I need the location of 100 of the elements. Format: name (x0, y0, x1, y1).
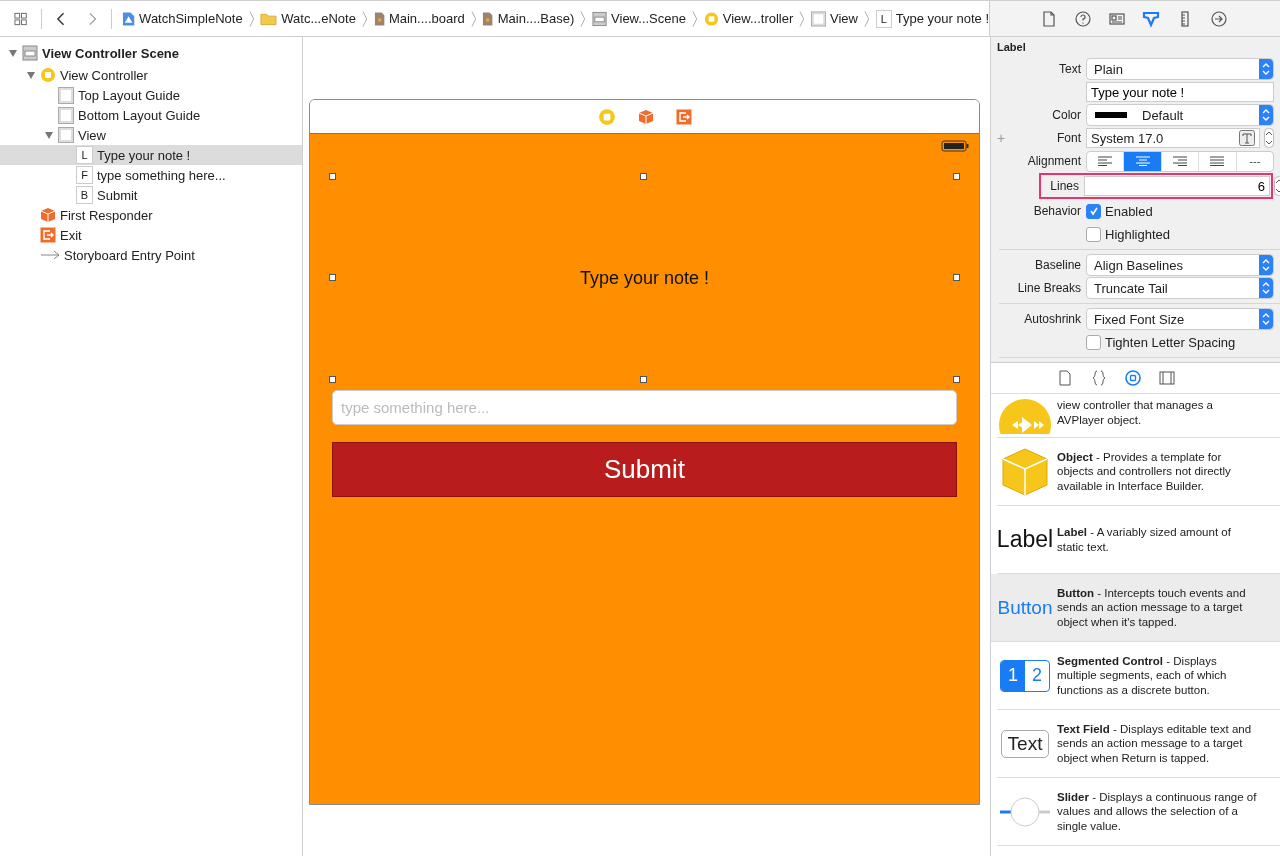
view-controller-icon (703, 10, 719, 27)
checkbox[interactable] (1086, 203, 1101, 219)
item-description: Slider - Displays a continuous range of values and allows the selection of a single value. (1057, 789, 1258, 834)
updown-arrows-icon (1262, 63, 1270, 75)
cube-icon[interactable] (637, 108, 654, 125)
submit-button[interactable]: Submit (332, 442, 957, 497)
tree-item[interactable]: Bottom Layout Guide (0, 105, 302, 125)
chevron-icon (692, 9, 698, 28)
tree-item[interactable]: Exit (0, 225, 302, 245)
disclosure-triangle-icon[interactable] (8, 48, 18, 58)
library-item[interactable]: 1 2 Segmented Control - Displays multiple segments, each of which functions as a discrete button. (997, 642, 1280, 710)
breadcrumb-item[interactable]: Type your note ! (895, 11, 989, 26)
breadcrumb-item[interactable]: View (830, 11, 858, 26)
scene-icon (592, 10, 608, 27)
popup-button[interactable]: Plain (1086, 58, 1274, 80)
tree-item[interactable]: L Type your note ! (0, 145, 302, 165)
tree-item[interactable]: B Submit (0, 185, 302, 205)
view-icon (58, 127, 74, 143)
exit-icon[interactable] (675, 108, 692, 125)
checkbox-label: Enabled (1105, 203, 1153, 219)
popup-button[interactable]: Align Baselines (1086, 254, 1274, 276)
tree-item[interactable]: First Responder (0, 205, 302, 225)
library-item[interactable]: view controller that manages a AVPlayer object. (997, 394, 1280, 438)
tree-item[interactable]: View (0, 125, 302, 145)
label-icon: L (875, 9, 892, 28)
item-description: Object - Provides a template for objects and controllers not directly available in Interface Builder. (1057, 449, 1232, 494)
storyboard-file-icon (482, 10, 494, 27)
color-popup[interactable]: Default (1086, 104, 1274, 126)
alignment-segment[interactable] (1123, 151, 1161, 171)
tree-item[interactable]: View Controller Scene (0, 41, 302, 65)
slider-icon (998, 795, 1052, 828)
segmented-preview: 1 2 (1000, 659, 1050, 692)
library-item[interactable]: Text Text Field - Displays editable text and sends an action message to a target object when Return is tapped. (997, 710, 1280, 778)
file-library-icon[interactable] (1056, 370, 1073, 386)
updown-arrows-icon (1262, 282, 1270, 294)
object-type-icon: B (76, 186, 93, 204)
chevron-icon (248, 9, 255, 28)
app-file-icon (121, 10, 136, 27)
help-inspector-icon[interactable] (1074, 9, 1092, 28)
resize-handle[interactable] (953, 274, 960, 281)
font-field[interactable]: System 17.0 (1086, 128, 1260, 148)
tree-item[interactable]: F type something here... (0, 165, 302, 185)
resize-handle[interactable] (329, 274, 336, 281)
resize-handle[interactable] (329, 376, 336, 383)
updown-arrows-icon (1262, 109, 1270, 121)
popup-button[interactable]: Truncate Tail (1086, 277, 1274, 299)
field-label: Baseline (1033, 258, 1082, 272)
field-label: Color (1051, 108, 1082, 122)
breadcrumb-item[interactable]: View...troller (722, 11, 794, 26)
breadcrumb-item[interactable]: View...Scene (611, 11, 686, 26)
resize-handle[interactable] (953, 173, 960, 180)
library-item[interactable]: Slider - Displays a continuous range of values and allows the selection of a single value. (997, 778, 1280, 846)
object-library-icon[interactable] (1124, 370, 1141, 386)
stepper-icon[interactable] (1264, 128, 1274, 148)
item-description: Button - Intercepts touch events and sends an action message to a target object when it's tapped. (1057, 585, 1247, 630)
font-picker-icon[interactable] (1239, 130, 1255, 146)
disclosure-triangle-icon[interactable] (44, 130, 54, 140)
exit-icon (40, 227, 56, 243)
disclosure-triangle-icon[interactable] (26, 70, 36, 80)
tree-item[interactable]: View Controller (0, 65, 302, 85)
resize-handle[interactable] (640, 376, 647, 383)
breadcrumb-item[interactable]: WatchSimpleNote (139, 11, 243, 26)
number-input[interactable]: 6 (1084, 176, 1270, 196)
align-lines-icon (1172, 156, 1188, 166)
field-label: Text (1058, 62, 1082, 76)
object-type-icon: F (76, 166, 93, 184)
library-item[interactable]: Button Button - Intercepts touch events and sends an action message to a target object when it's tapped. (991, 574, 1280, 642)
field-label: Alignment (1026, 154, 1082, 168)
connections-inspector-icon[interactable] (1210, 9, 1228, 28)
view-controller-icon (40, 67, 56, 83)
align-lines-icon (1209, 156, 1226, 166)
media-library-icon[interactable] (1158, 370, 1175, 386)
breadcrumb-item[interactable]: Watc...eNote (281, 11, 356, 26)
arrow-icon (40, 250, 60, 260)
tree-item[interactable]: Storyboard Entry Point (0, 245, 302, 265)
breadcrumb-item[interactable]: Main....Base) (497, 11, 575, 26)
folder-icon (260, 11, 278, 26)
resize-handle[interactable] (953, 376, 960, 383)
attributes-inspector-icon[interactable] (1142, 9, 1160, 28)
resize-handle[interactable] (329, 173, 336, 180)
popup-button[interactable]: Fixed Font Size (1086, 308, 1274, 330)
breadcrumb-item[interactable]: Main....board (388, 11, 465, 26)
checkbox[interactable] (1086, 226, 1101, 242)
inspector-title: Label (996, 41, 1027, 55)
updown-arrows-icon (1262, 313, 1270, 325)
grid-icon[interactable] (14, 11, 28, 26)
cube-icon (40, 207, 56, 223)
back-icon[interactable] (56, 11, 66, 26)
text-field[interactable]: type something here... (332, 390, 957, 425)
resize-handle[interactable] (640, 173, 647, 180)
alignment-segment[interactable]: --- (1235, 151, 1273, 171)
code-library-icon[interactable] (1090, 370, 1107, 386)
file-inspector-icon[interactable] (1040, 9, 1058, 28)
item-description: Segmented Control - Displays multiple segments, each of which functions as a discrete button. (1057, 653, 1228, 698)
text-field-preview: Text (1000, 729, 1050, 758)
tree-item[interactable]: Top Layout Guide (0, 85, 302, 105)
checkbox[interactable] (1086, 334, 1101, 350)
storyboard-file-icon (373, 10, 385, 27)
library-item[interactable]: Object - Provides a template for objects and controllers not directly available in Interface Builder. (997, 438, 1280, 506)
text-input[interactable]: Type your note ! (1086, 82, 1274, 102)
